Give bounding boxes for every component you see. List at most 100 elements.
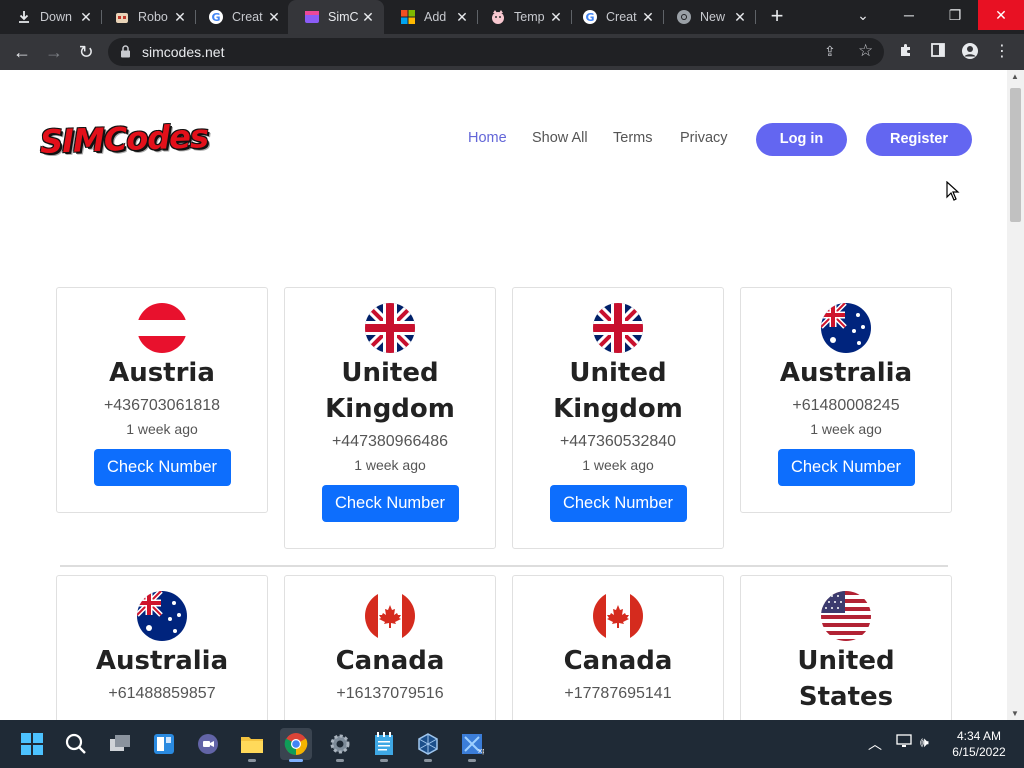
widgets-icon[interactable] <box>148 728 180 760</box>
tab-google-create[interactable]: G Creat ✕ <box>192 0 290 34</box>
tab-close-icon[interactable]: ✕ <box>640 9 656 25</box>
tab-close-icon[interactable]: ✕ <box>732 9 748 25</box>
tab-close-icon[interactable]: ✕ <box>454 9 470 25</box>
google-favicon: G <box>582 9 598 25</box>
number-card: Canada +17787695141 <box>512 575 724 720</box>
more-menu-icon[interactable]: ⋮ <box>992 42 1012 62</box>
scroll-down-arrow-icon[interactable]: ▼ <box>1011 709 1019 718</box>
usa-flag-icon <box>821 591 871 641</box>
check-number-button[interactable]: Check Number <box>93 449 231 486</box>
browser-toolbar: ← → ↻ simcodes.net ⇪ ☆ ⋮ <box>0 34 1024 70</box>
australia-flag-icon <box>821 303 871 353</box>
row-divider <box>60 565 948 567</box>
posted-time: 1 week ago <box>810 421 882 437</box>
tab-temp-mail[interactable]: Temp ✕ <box>474 0 572 34</box>
tab-close-icon[interactable]: ✕ <box>360 9 376 25</box>
tab-new-tab[interactable]: New ✕ <box>660 0 756 34</box>
windows-xp-vm-icon[interactable]: xp <box>456 728 488 762</box>
extensions-puzzle-icon[interactable] <box>896 42 916 62</box>
task-view-icon[interactable] <box>104 728 136 760</box>
share-icon[interactable]: ⇪ <box>824 43 836 60</box>
number-card: Canada +16137079516 <box>284 575 496 720</box>
check-number-button[interactable]: Check Number <box>777 449 915 486</box>
scroll-up-arrow-icon[interactable]: ▲ <box>1011 72 1019 81</box>
country-name: United Kingdom <box>325 358 455 424</box>
tab-close-icon[interactable]: ✕ <box>172 9 188 25</box>
clock-date: 6/15/2022 <box>952 745 1006 759</box>
country-name: Austria <box>109 358 215 388</box>
address-bar[interactable]: simcodes.net ⇪ ☆ <box>108 38 884 66</box>
nav-show-all-link[interactable]: Show All <box>532 130 588 146</box>
profile-avatar-icon[interactable] <box>960 42 980 62</box>
tab-title: New <box>700 10 726 24</box>
scrollbar-thumb[interactable] <box>1010 88 1021 222</box>
minimize-icon[interactable]: ─ <box>886 0 932 30</box>
tab-search-chevron-icon[interactable]: ⌄ <box>840 0 886 30</box>
australia-flag-icon <box>137 591 187 641</box>
google-favicon: G <box>208 9 224 25</box>
phone-number: +61480008245 <box>792 397 900 414</box>
page-scrollbar[interactable]: ▲ ▼ <box>1007 70 1024 720</box>
tab-robot[interactable]: Robo ✕ <box>98 0 196 34</box>
virtualbox-icon[interactable] <box>412 728 444 762</box>
nav-home-link[interactable]: Home <box>468 130 507 146</box>
number-card: United Kingdom +447380966486 1 week ago … <box>284 287 496 549</box>
page-viewport: SIMCodes Home Show All Terms Privacy Log… <box>0 70 1007 720</box>
site-logo[interactable]: SIMCodes <box>39 117 208 161</box>
tab-simcodes[interactable]: SimC ✕ <box>288 0 384 34</box>
tab-title: Robo <box>138 10 168 24</box>
volume-icon[interactable]: 🕪 <box>920 734 929 751</box>
phone-number: +16137079516 <box>336 685 444 702</box>
tab-title: Creat <box>232 10 263 24</box>
back-arrow-icon[interactable]: ← <box>10 40 34 64</box>
phone-number: +17787695141 <box>564 685 672 702</box>
login-button[interactable]: Log in <box>756 123 847 156</box>
tab-title: SimC <box>328 10 359 24</box>
uk-flag-icon <box>593 303 643 353</box>
country-name: United States <box>797 646 895 712</box>
show-hidden-icons-chevron-icon[interactable]: ︿ <box>868 734 882 754</box>
chrome-taskbar-icon[interactable] <box>280 728 312 762</box>
window-close-icon[interactable]: ✕ <box>978 0 1024 30</box>
check-number-button[interactable]: Check Number <box>321 485 459 522</box>
tab-google-create-2[interactable]: G Creat ✕ <box>566 0 664 34</box>
phone-number: +447380966486 <box>331 433 449 450</box>
mouse-cursor-icon <box>946 180 960 206</box>
lock-icon <box>120 45 131 63</box>
check-number-button[interactable]: Check Number <box>549 485 687 522</box>
canada-flag-icon <box>365 591 415 641</box>
forward-arrow-icon[interactable]: → <box>42 40 66 64</box>
new-tab-plus-icon[interactable]: + <box>766 5 788 28</box>
tab-close-icon[interactable]: ✕ <box>548 9 564 25</box>
reload-icon[interactable]: ↻ <box>74 40 98 64</box>
phone-number: +447360532840 <box>559 433 677 450</box>
register-button[interactable]: Register <box>866 123 972 156</box>
network-icon[interactable] <box>896 734 912 751</box>
number-card: Australia +61480008245 1 week ago Check … <box>740 287 952 513</box>
tab-downloads[interactable]: Down ✕ <box>0 0 102 34</box>
restore-icon[interactable]: ❐ <box>932 0 978 30</box>
country-name: Australia <box>779 358 913 388</box>
chrome-favicon <box>676 9 692 25</box>
system-clock[interactable]: 4:34 AM 6/15/2022 <box>944 728 1014 760</box>
number-card: Australia +61488859857 <box>56 575 268 720</box>
nav-privacy-link[interactable]: Privacy <box>680 130 728 146</box>
microsoft-favicon <box>400 9 416 25</box>
file-explorer-icon[interactable] <box>236 728 268 762</box>
posted-time: 1 week ago <box>582 457 654 473</box>
tab-microsoft-add[interactable]: Add ✕ <box>384 0 478 34</box>
uk-flag-icon <box>365 303 415 353</box>
robot-favicon <box>114 9 130 25</box>
windows-start-icon[interactable] <box>16 728 48 760</box>
tab-title: Temp <box>514 10 545 24</box>
nav-terms-link[interactable]: Terms <box>613 130 652 146</box>
bookmark-star-icon[interactable]: ☆ <box>858 41 873 61</box>
tab-close-icon[interactable]: ✕ <box>266 9 282 25</box>
tab-close-icon[interactable]: ✕ <box>78 9 94 25</box>
canada-flag-icon <box>593 591 643 641</box>
search-icon[interactable] <box>60 728 92 760</box>
side-panel-icon[interactable] <box>928 42 948 62</box>
settings-gear-icon[interactable] <box>324 728 356 762</box>
notepad-icon[interactable] <box>368 728 400 762</box>
teams-chat-icon[interactable] <box>192 728 224 760</box>
